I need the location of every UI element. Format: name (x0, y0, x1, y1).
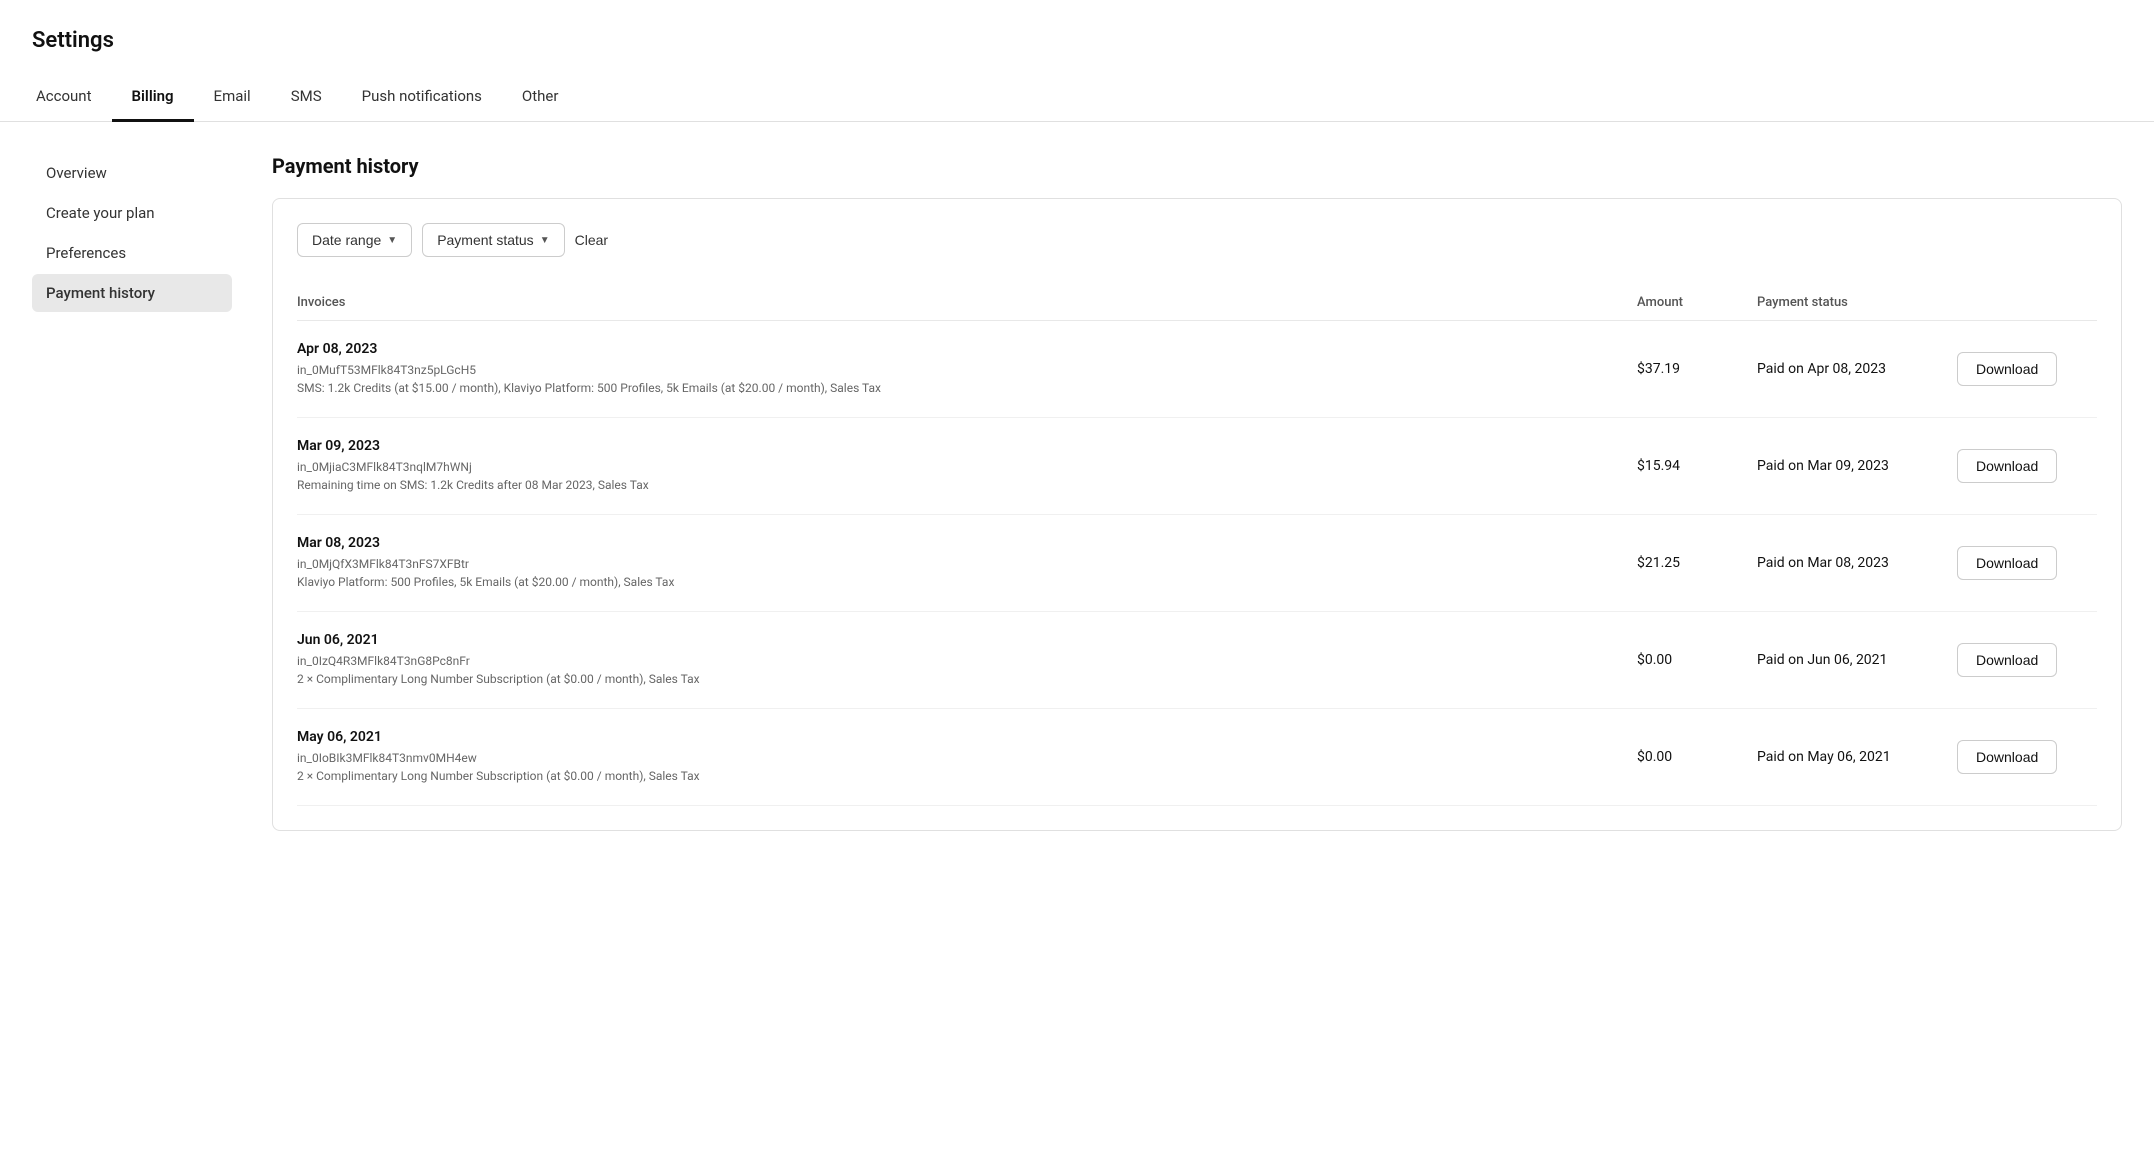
invoice-info: May 06, 2021 in_0IoBIk3MFlk84T3nmv0MH4ew… (297, 729, 1637, 785)
nav-item-email[interactable]: Email (194, 73, 271, 122)
invoice-info: Mar 08, 2023 in_0MjQfX3MFlk84T3nFS7XFBtr… (297, 535, 1637, 591)
nav-item-account[interactable]: Account (32, 73, 112, 122)
invoice-date: Mar 08, 2023 (297, 535, 1637, 551)
main-content: Payment history Date range ▼ Payment sta… (272, 154, 2122, 831)
invoice-id: in_0IzQ4R3MFlk84T3nG8Pc8nFr (297, 652, 1637, 670)
invoice-amount: $15.94 (1637, 458, 1757, 474)
filters-bar: Date range ▼ Payment status ▼ Clear (297, 223, 2097, 257)
col-invoices: Invoices (297, 295, 1637, 310)
page-title: Settings (0, 0, 2154, 73)
sidebar-item-preferences[interactable]: Preferences (32, 234, 232, 272)
invoice-amount: $21.25 (1637, 555, 1757, 571)
table-row: Jun 06, 2021 in_0IzQ4R3MFlk84T3nG8Pc8nFr… (297, 612, 2097, 709)
col-action (1957, 295, 2097, 310)
sidebar-item-create-your-plan[interactable]: Create your plan (32, 194, 232, 232)
invoice-id: in_0IoBIk3MFlk84T3nmv0MH4ew (297, 749, 1637, 767)
download-cell: Download (1957, 546, 2097, 580)
download-cell: Download (1957, 352, 2097, 386)
invoice-description: 2 × Complimentary Long Number Subscripti… (297, 670, 1637, 688)
invoice-amount: $0.00 (1637, 652, 1757, 668)
download-cell: Download (1957, 643, 2097, 677)
nav-item-sms[interactable]: SMS (271, 73, 342, 122)
table-row: Mar 08, 2023 in_0MjQfX3MFlk84T3nFS7XFBtr… (297, 515, 2097, 612)
invoice-info: Jun 06, 2021 in_0IzQ4R3MFlk84T3nG8Pc8nFr… (297, 632, 1637, 688)
invoice-amount: $0.00 (1637, 749, 1757, 765)
date-range-filter[interactable]: Date range ▼ (297, 223, 412, 257)
table-header: Invoices Amount Payment status (297, 285, 2097, 321)
chevron-down-icon: ▼ (387, 235, 397, 246)
sidebar: Overview Create your plan Preferences Pa… (32, 154, 232, 831)
sidebar-item-payment-history[interactable]: Payment history (32, 274, 232, 312)
payment-status-filter[interactable]: Payment status ▼ (422, 223, 564, 257)
invoice-info: Apr 08, 2023 in_0MufT53MFlk84T3nz5pLGcH5… (297, 341, 1637, 397)
payment-status-label: Payment status (437, 232, 534, 248)
sidebar-item-overview[interactable]: Overview (32, 154, 232, 192)
invoice-description: Klaviyo Platform: 500 Profiles, 5k Email… (297, 573, 1637, 591)
download-button[interactable]: Download (1957, 449, 2057, 483)
invoice-date: Mar 09, 2023 (297, 438, 1637, 454)
invoice-id: in_0MjQfX3MFlk84T3nFS7XFBtr (297, 555, 1637, 573)
nav-item-other[interactable]: Other (502, 73, 579, 122)
table-row: Mar 09, 2023 in_0MjiaC3MFlk84T3nqlM7hWNj… (297, 418, 2097, 515)
top-navigation: Account Billing Email SMS Push notificat… (0, 73, 2154, 122)
invoice-amount: $37.19 (1637, 361, 1757, 377)
invoice-description: Remaining time on SMS: 1.2k Credits afte… (297, 476, 1637, 494)
invoice-date: Jun 06, 2021 (297, 632, 1637, 648)
col-payment-status: Payment status (1757, 295, 1957, 310)
invoice-info: Mar 09, 2023 in_0MjiaC3MFlk84T3nqlM7hWNj… (297, 438, 1637, 494)
download-button[interactable]: Download (1957, 643, 2057, 677)
download-button[interactable]: Download (1957, 740, 2057, 774)
download-button[interactable]: Download (1957, 546, 2057, 580)
payment-status-value: Paid on Jun 06, 2021 (1757, 652, 1957, 668)
invoice-id: in_0MjiaC3MFlk84T3nqlM7hWNj (297, 458, 1637, 476)
clear-filters-button[interactable]: Clear (575, 232, 608, 248)
payment-status-value: Paid on Apr 08, 2023 (1757, 361, 1957, 377)
content-area: Overview Create your plan Preferences Pa… (0, 122, 2154, 863)
download-cell: Download (1957, 740, 2097, 774)
chevron-down-icon: ▼ (540, 235, 550, 246)
payment-history-panel: Date range ▼ Payment status ▼ Clear Invo… (272, 198, 2122, 831)
date-range-label: Date range (312, 232, 381, 248)
payment-status-value: Paid on May 06, 2021 (1757, 749, 1957, 765)
invoice-description: 2 × Complimentary Long Number Subscripti… (297, 767, 1637, 785)
invoice-id: in_0MufT53MFlk84T3nz5pLGcH5 (297, 361, 1637, 379)
nav-item-billing[interactable]: Billing (112, 73, 194, 122)
invoice-description: SMS: 1.2k Credits (at $15.00 / month), K… (297, 379, 1637, 397)
section-title: Payment history (272, 154, 2122, 178)
nav-item-push-notifications[interactable]: Push notifications (342, 73, 502, 122)
table-row: Apr 08, 2023 in_0MufT53MFlk84T3nz5pLGcH5… (297, 321, 2097, 418)
table-row: May 06, 2021 in_0IoBIk3MFlk84T3nmv0MH4ew… (297, 709, 2097, 806)
invoice-date: Apr 08, 2023 (297, 341, 1637, 357)
invoice-date: May 06, 2021 (297, 729, 1637, 745)
payment-status-value: Paid on Mar 09, 2023 (1757, 458, 1957, 474)
download-button[interactable]: Download (1957, 352, 2057, 386)
download-cell: Download (1957, 449, 2097, 483)
payment-status-value: Paid on Mar 08, 2023 (1757, 555, 1957, 571)
col-amount: Amount (1637, 295, 1757, 310)
